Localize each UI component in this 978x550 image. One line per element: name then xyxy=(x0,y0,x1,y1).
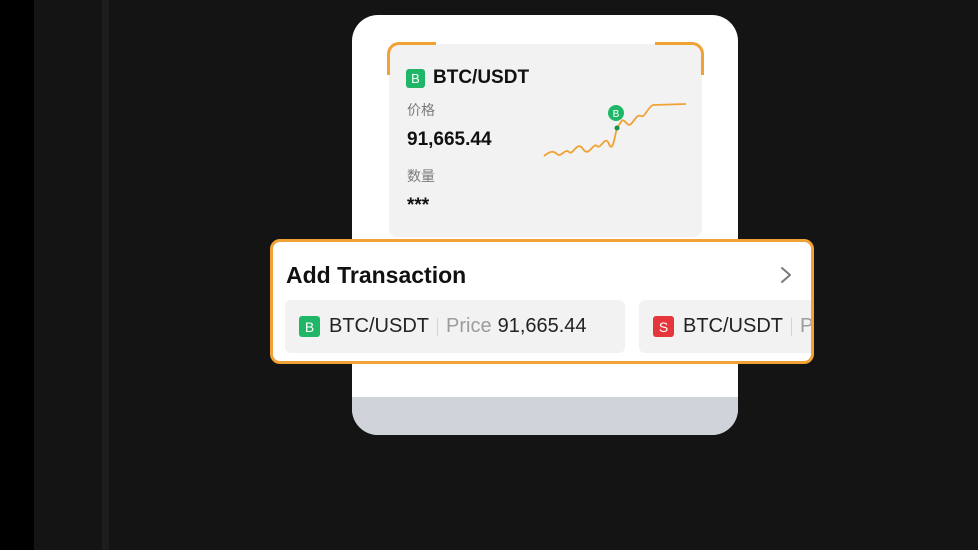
transaction-price-value: 91,665.44 xyxy=(497,315,587,337)
trade-point-dot xyxy=(614,125,620,131)
trade-marker-label: B xyxy=(613,109,620,120)
quantity-label: 数量 xyxy=(407,168,435,184)
phone-preview: B BTC/USDT 价格 91,665.44 数量 *** B xyxy=(352,15,738,435)
chevron-right-icon[interactable] xyxy=(779,264,793,286)
add-transaction-panel[interactable]: Add Transaction B BTC/USDT Price 91,665.… xyxy=(270,239,814,364)
quantity-value: *** xyxy=(407,195,430,216)
left-divider xyxy=(102,0,109,550)
transaction-price-label: P xyxy=(800,315,814,337)
price-sparkline: B xyxy=(543,103,687,157)
transaction-item-sell[interactable]: S BTC/USDT P xyxy=(639,300,814,353)
divider xyxy=(791,317,792,336)
add-transaction-title: Add Transaction xyxy=(286,262,467,288)
buy-badge-icon: B xyxy=(406,68,425,88)
buy-badge-icon: B xyxy=(299,316,320,337)
trade-card: B BTC/USDT 价格 91,665.44 数量 *** B xyxy=(387,42,704,237)
sell-badge-icon: S xyxy=(653,316,674,337)
phone-bottom-bar xyxy=(352,397,738,435)
card-pair-header: B BTC/USDT xyxy=(406,67,529,89)
divider xyxy=(437,317,438,336)
transaction-price-label: Price xyxy=(446,315,492,337)
transaction-pair: BTC/USDT xyxy=(329,315,429,337)
card-pair-label: BTC/USDT xyxy=(433,67,530,88)
left-edge xyxy=(0,0,34,550)
transaction-item-buy[interactable]: B BTC/USDT Price 91,665.44 xyxy=(285,300,625,353)
scan-corner-top-right xyxy=(655,42,704,75)
transaction-pair: BTC/USDT xyxy=(683,315,783,337)
price-label: 价格 xyxy=(407,102,435,118)
price-value: 91,665.44 xyxy=(407,129,492,150)
